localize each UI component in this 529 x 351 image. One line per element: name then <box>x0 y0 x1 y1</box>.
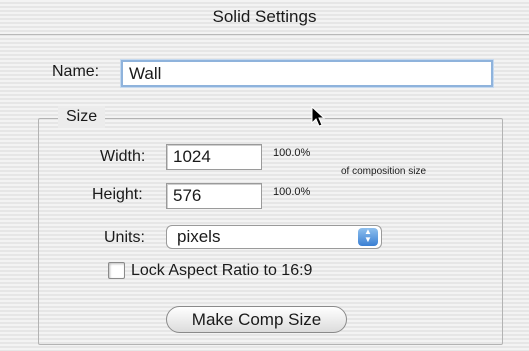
units-label: Units: <box>104 229 145 246</box>
height-field[interactable]: 576 <box>166 183 262 209</box>
size-group-legend: Size <box>58 106 106 128</box>
units-popup[interactable]: pixels ▲ ▼ <box>166 225 382 249</box>
mouse-pointer-icon <box>311 106 326 127</box>
dialog-title: Solid Settings <box>0 0 529 35</box>
name-label: Name: <box>52 63 100 80</box>
lock-aspect-checkbox[interactable] <box>108 262 125 279</box>
composition-size-note: of composition size <box>341 166 427 177</box>
width-percent: 100.0% <box>273 147 311 159</box>
name-field[interactable]: Wall <box>121 60 493 87</box>
width-field[interactable]: 1024 <box>166 144 262 170</box>
up-down-arrows-icon: ▲ ▼ <box>358 228 378 246</box>
units-selected: pixels <box>177 227 221 246</box>
width-label: Width: <box>100 148 146 165</box>
height-label: Height: <box>92 186 143 203</box>
lock-aspect-label[interactable]: Lock Aspect Ratio to 16:9 <box>131 262 312 280</box>
make-comp-size-button[interactable]: Make Comp Size <box>166 306 347 333</box>
height-percent: 100.0% <box>273 186 311 198</box>
